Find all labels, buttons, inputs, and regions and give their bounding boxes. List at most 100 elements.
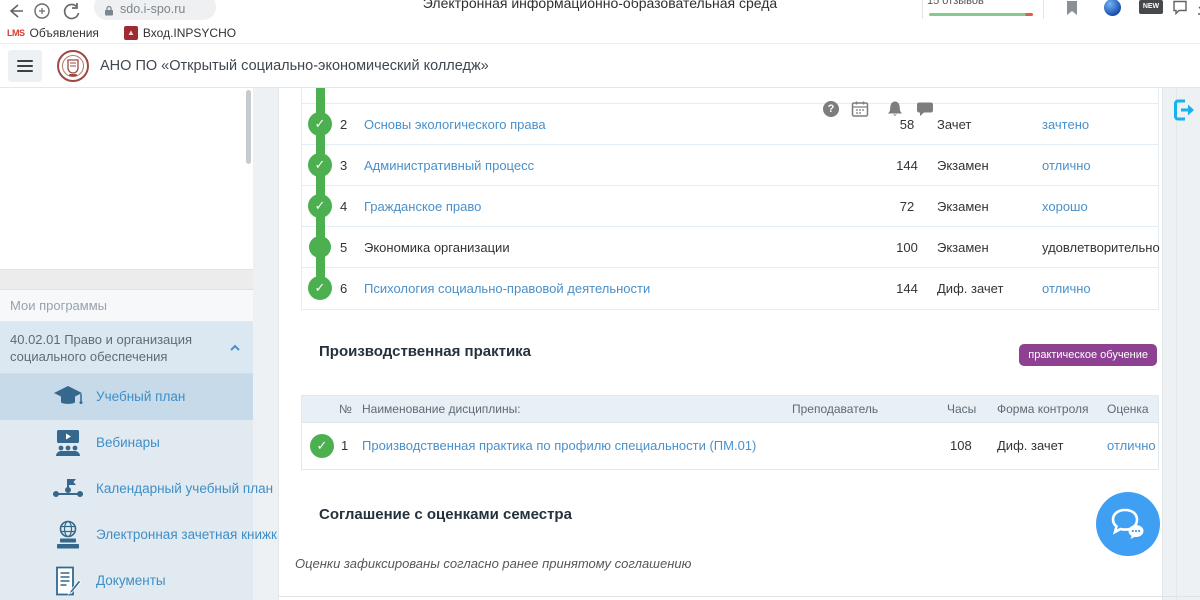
bookmark-label: Вход.INPSYCHO: [143, 26, 236, 40]
sidebar-item-label: Календарный учебный план: [96, 466, 273, 512]
grade-link[interactable]: отлично: [1107, 423, 1156, 469]
lms-logo-icon: LMS: [7, 28, 25, 38]
agreement-note: Оценки зафиксированы согласно ранее прин…: [295, 556, 691, 571]
grade-link[interactable]: отлично: [1042, 145, 1091, 186]
content-scroll-track[interactable]: [1176, 88, 1177, 600]
grade-link[interactable]: зачтено: [1042, 104, 1089, 145]
table-row: ✓ 2 Основы экологического права 58 Зачет…: [302, 104, 1158, 145]
row-number: 2: [340, 104, 347, 145]
sidebar-item-documents[interactable]: Документы: [0, 558, 253, 600]
course-link[interactable]: Гражданское право: [364, 186, 481, 227]
control-form: Диф. зачет: [997, 423, 1063, 469]
grade-link[interactable]: отлично: [1042, 268, 1091, 309]
table-row: ✓ 3 Административный процесс 144 Экзамен…: [302, 145, 1158, 186]
inpsycho-logo-icon: ▲: [124, 26, 138, 40]
logout-icon[interactable]: [1170, 96, 1198, 124]
sidebar-program-toggle[interactable]: 40.02.01 Право и организация социального…: [0, 322, 253, 374]
bookmark-announcements[interactable]: LMS Объявления: [7, 24, 99, 42]
webinar-icon: [50, 427, 86, 459]
sidebar-item-label: Электронная зачетная книжка: [96, 512, 285, 558]
course-link[interactable]: Административный процесс: [364, 145, 534, 186]
practice-table: № Наименование дисциплины: Преподаватель…: [301, 395, 1159, 470]
chrome-chat-icon[interactable]: [1172, 0, 1188, 15]
sidebar-item-calendar-plan[interactable]: Календарный учебный план: [0, 466, 253, 512]
practice-section-title: Производственная практика: [319, 343, 531, 360]
browser-logo-icon[interactable]: [1104, 0, 1121, 16]
timeline-flag-icon: [50, 473, 86, 505]
hours-value: 144: [872, 145, 942, 186]
browser-tab-title: Электронная информационно-образовательна…: [330, 0, 870, 15]
hours-value: 108: [950, 423, 972, 469]
header-discipline: Наименование дисциплины:: [362, 396, 521, 423]
messages-icon[interactable]: [916, 100, 934, 118]
chat-bubbles-icon: [1109, 507, 1147, 541]
header-teacher: Преподаватель: [792, 396, 878, 423]
row-number: 5: [340, 227, 347, 268]
control-form: Экзамен: [937, 227, 989, 268]
course-link[interactable]: Психология социально-правовой деятельнос…: [364, 268, 650, 309]
check-circle-icon: ✓: [308, 276, 332, 300]
app-header: АНО ПО «Открытый социально-экономический…: [0, 44, 1200, 88]
check-circle-icon: ✓: [310, 434, 334, 458]
table-row: 5 Экономика организации 100 Экзамен удов…: [302, 227, 1158, 268]
grade-link[interactable]: хорошо: [1042, 186, 1088, 227]
control-form: Экзамен: [937, 145, 989, 186]
sidebar-item-webinars[interactable]: Вебинары: [0, 420, 253, 466]
practical-training-badge: практическое обучение: [1019, 344, 1157, 366]
course-link[interactable]: Основы экологического права: [364, 104, 546, 145]
bottom-divider: [278, 596, 1200, 597]
course-name: Экономика организации: [364, 227, 510, 268]
address-bar[interactable]: sdo.i-spo.ru: [94, 0, 216, 20]
hours-value: 144: [872, 268, 942, 309]
control-form: Диф. зачет: [937, 268, 1003, 309]
sidebar-section-label: Мои программы: [0, 290, 253, 322]
browser-chrome: sdo.i-spo.ru Электронная информационно-о…: [0, 0, 1200, 22]
grade-value: удовлетворительно: [1042, 227, 1160, 268]
header-control: Форма контроля: [997, 396, 1089, 423]
calendar-icon[interactable]: [851, 100, 869, 118]
graduation-cap-icon: [50, 381, 86, 413]
agreement-section-title: Соглашение с оценками семестра: [319, 506, 572, 523]
reload-icon[interactable]: [62, 1, 82, 21]
table-row: ✓ 4 Гражданское право 72 Экзамен хорошо: [302, 186, 1158, 227]
bookmark-flag-icon[interactable]: [1066, 0, 1078, 16]
url-text: sdo.i-spo.ru: [120, 2, 185, 16]
globe-books-icon: [50, 519, 86, 551]
program-title: 40.02.01 Право и организация социального…: [10, 332, 192, 364]
menu-toggle-button[interactable]: [8, 50, 42, 82]
sidebar-item-label: Вебинары: [96, 420, 160, 466]
course-link[interactable]: Производственная практика по профилю спе…: [362, 423, 756, 469]
sidebar-item-label: Учебный план: [96, 374, 185, 420]
back-icon[interactable]: [6, 1, 26, 21]
table-row: ✓ 6 Психология социально-правовой деятел…: [302, 268, 1158, 309]
new-extension-badge[interactable]: NEW: [1139, 0, 1163, 14]
sidebar-divider-strip: [0, 270, 253, 290]
progress-dot-icon: [309, 236, 331, 258]
header-number: №: [339, 396, 352, 423]
bookmarks-bar: LMS Объявления ▲ Вход.INPSYCHO: [0, 22, 1200, 44]
sidebar-top-panel: [0, 88, 253, 270]
browser-window: sdo.i-spo.ru Электронная информационно-о…: [0, 0, 1200, 600]
sidebar-item-gradebook[interactable]: Электронная зачетная книжка: [0, 512, 253, 558]
sidebar-scrollbar[interactable]: [246, 90, 251, 164]
bell-icon[interactable]: [886, 100, 904, 118]
document-pen-icon: [50, 565, 86, 597]
table-row: ✓ 1 Производственная практика по профилю…: [302, 423, 1158, 469]
sidebar: Мои программы 40.02.01 Право и организац…: [0, 88, 253, 600]
check-circle-icon: ✓: [308, 194, 332, 218]
row-number: 4: [340, 186, 347, 227]
check-circle-icon: ✓: [308, 153, 332, 177]
extension-circle-icon[interactable]: [32, 1, 52, 21]
check-circle-icon: ✓: [308, 112, 332, 136]
row-number: 6: [340, 268, 347, 309]
header-hours: Часы: [947, 396, 976, 423]
bookmark-inpsycho[interactable]: ▲ Вход.INPSYCHO: [106, 24, 236, 42]
help-icon[interactable]: ?: [823, 101, 839, 117]
download-icon[interactable]: [1196, 0, 1200, 16]
support-chat-button[interactable]: [1096, 492, 1160, 556]
sidebar-item-curriculum[interactable]: Учебный план: [0, 374, 253, 420]
rating-widget[interactable]: 15 отзывов: [922, 0, 1044, 19]
lock-icon: [104, 5, 114, 16]
row-number: 3: [340, 145, 347, 186]
control-form: Зачет: [937, 104, 971, 145]
